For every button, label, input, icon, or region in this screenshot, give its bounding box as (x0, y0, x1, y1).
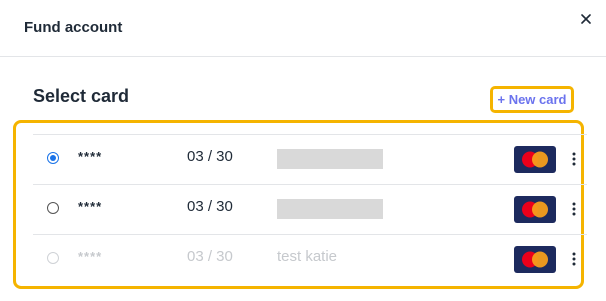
card-radio (47, 252, 59, 264)
card-holder-redacted (277, 199, 383, 219)
mastercard-icon (514, 196, 556, 223)
card-row[interactable]: **** 03 / 30 (33, 134, 587, 184)
card-number-mask: **** (78, 199, 103, 214)
card-radio[interactable] (47, 152, 59, 164)
card-expiry: 03 / 30 (187, 198, 233, 215)
more-vertical-icon (572, 152, 576, 166)
close-icon (581, 14, 591, 24)
fund-account-modal: Fund account Select card + New card ****… (0, 0, 606, 301)
card-list: **** 03 / 30 **** 03 / 30 **** 03 / 30 t… (13, 120, 587, 289)
more-vertical-icon (572, 202, 576, 216)
card-row[interactable]: **** 03 / 30 (33, 184, 587, 234)
new-card-button[interactable]: + New card (490, 86, 574, 113)
select-card-heading: Select card (33, 86, 130, 106)
mastercard-icon (514, 246, 556, 273)
more-vertical-icon (572, 252, 576, 266)
card-menu-button[interactable] (564, 247, 584, 271)
card-menu-button[interactable] (564, 197, 584, 221)
card-number-mask: **** (78, 149, 103, 164)
card-menu-button[interactable] (564, 147, 584, 171)
card-radio[interactable] (47, 202, 59, 214)
modal-header: Fund account (0, 0, 606, 57)
mastercard-icon (514, 146, 556, 173)
close-button[interactable] (577, 10, 595, 28)
card-holder-name: test katie (277, 248, 338, 265)
card-expiry: 03 / 30 (187, 148, 233, 165)
card-number-mask: **** (78, 249, 103, 264)
card-row: **** 03 / 30 test katie (33, 234, 587, 284)
card-expiry: 03 / 30 (187, 248, 233, 265)
card-holder-redacted (277, 149, 383, 169)
modal-title: Fund account (24, 19, 123, 36)
